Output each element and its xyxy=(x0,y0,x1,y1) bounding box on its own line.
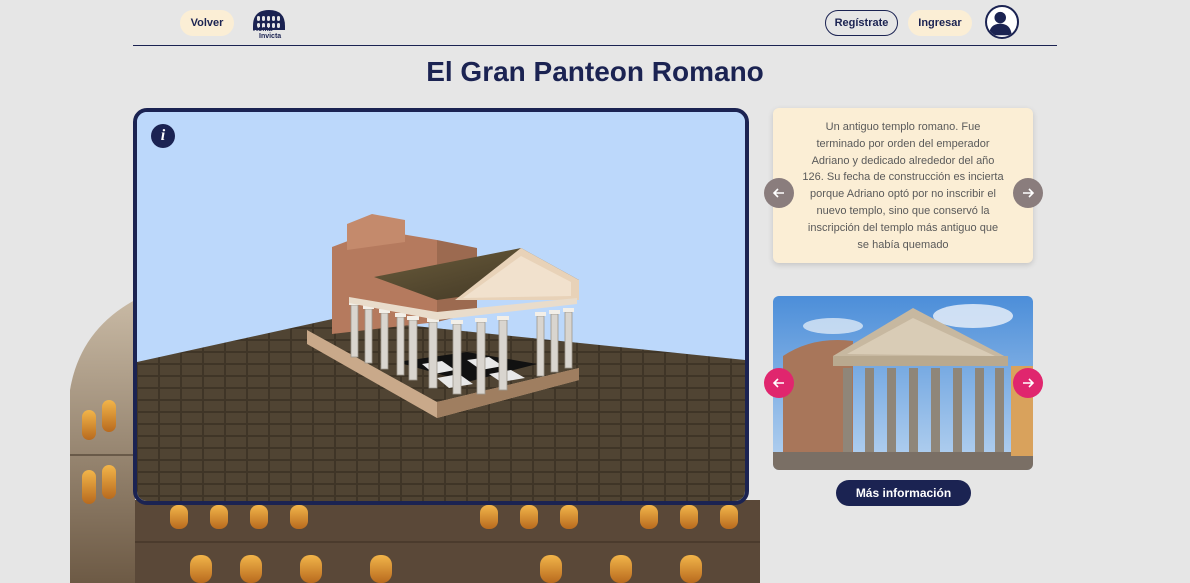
user-icon xyxy=(988,11,1012,36)
more-info-button[interactable]: Más información xyxy=(836,480,971,506)
logo-wordmark: Roma Invicta xyxy=(253,26,281,40)
arrow-right-icon xyxy=(1023,188,1035,198)
logo-text-roma: Roma xyxy=(253,26,273,33)
register-button[interactable]: Regístrate xyxy=(825,10,898,36)
login-button[interactable]: Ingresar xyxy=(908,10,972,36)
arrow-left-icon xyxy=(772,378,784,388)
pantheon-3d-model[interactable] xyxy=(137,112,745,501)
gallery-next-button[interactable] xyxy=(1013,368,1043,398)
description-next-button[interactable] xyxy=(1013,178,1043,208)
description-card: Un antiguo templo romano. Fue terminado … xyxy=(773,108,1033,263)
back-button[interactable]: Volver xyxy=(180,10,234,36)
arrow-left-icon xyxy=(772,188,784,198)
page-title: El Gran Panteon Romano xyxy=(426,56,764,87)
3d-model-viewer[interactable]: i xyxy=(133,108,749,505)
gallery-prev-button[interactable] xyxy=(764,368,794,398)
description-prev-button[interactable] xyxy=(764,178,794,208)
logo-text-invicta: Invicta xyxy=(259,33,282,40)
info-icon[interactable]: i xyxy=(151,124,175,148)
arrow-right-icon xyxy=(1023,378,1035,388)
user-avatar[interactable] xyxy=(985,5,1019,39)
pantheon-photo xyxy=(773,296,1033,470)
pantheon-photo-image xyxy=(773,296,1033,470)
description-text: Un antiguo templo romano. Fue terminado … xyxy=(802,121,1004,251)
top-nav-bar: Volver Roma Invicta Regístrate Ingresar xyxy=(133,0,1057,46)
